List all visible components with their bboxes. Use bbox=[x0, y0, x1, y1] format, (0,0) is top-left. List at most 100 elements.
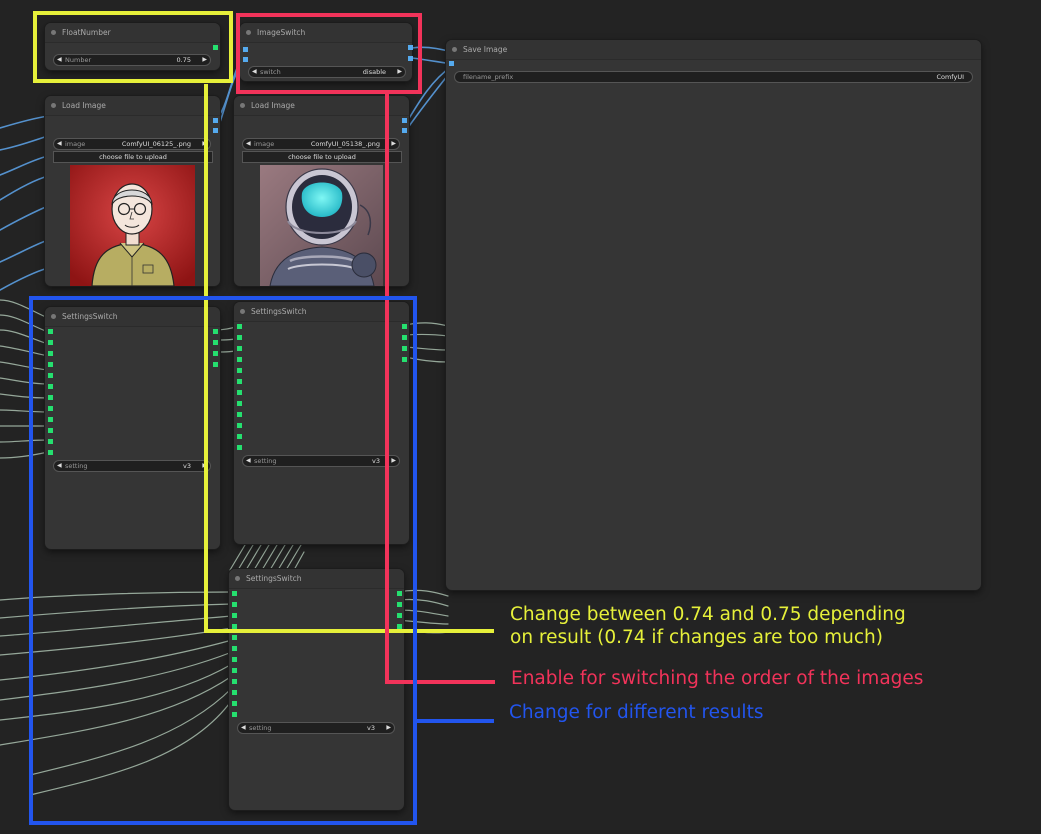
decrement-arrow-icon[interactable]: ◀ bbox=[246, 456, 251, 466]
increment-arrow-icon[interactable]: ▶ bbox=[391, 139, 396, 149]
input-port-image-a[interactable] bbox=[243, 47, 248, 52]
input-port[interactable] bbox=[232, 657, 237, 662]
output-port-mask[interactable] bbox=[213, 128, 218, 133]
output-port[interactable] bbox=[402, 324, 407, 329]
input-port[interactable] bbox=[232, 646, 237, 651]
node-collapse-dot[interactable] bbox=[240, 309, 245, 314]
input-port[interactable] bbox=[232, 712, 237, 717]
input-port[interactable] bbox=[237, 357, 242, 362]
input-port-image-b[interactable] bbox=[243, 57, 248, 62]
decrement-arrow-icon[interactable]: ◀ bbox=[241, 723, 246, 733]
output-port-image[interactable] bbox=[213, 118, 218, 123]
decrement-arrow-icon[interactable]: ◀ bbox=[252, 67, 257, 77]
node-collapse-dot[interactable] bbox=[240, 103, 245, 108]
output-port-image-a[interactable] bbox=[408, 45, 413, 50]
output-port[interactable] bbox=[213, 329, 218, 334]
input-port[interactable] bbox=[237, 346, 242, 351]
input-port[interactable] bbox=[237, 324, 242, 329]
float-number-node[interactable]: FloatNumber ◀ Number 0.75 ▶ bbox=[45, 23, 220, 70]
node-collapse-dot[interactable] bbox=[452, 47, 457, 52]
input-port[interactable] bbox=[48, 373, 53, 378]
input-port[interactable] bbox=[237, 390, 242, 395]
input-port[interactable] bbox=[232, 624, 237, 629]
node-title[interactable]: ImageSwitch bbox=[240, 23, 412, 43]
decrement-arrow-icon[interactable]: ◀ bbox=[246, 139, 251, 149]
output-port[interactable] bbox=[402, 346, 407, 351]
input-port[interactable] bbox=[232, 635, 237, 640]
number-widget[interactable]: ◀ Number 0.75 ▶ bbox=[53, 54, 211, 66]
input-port[interactable] bbox=[48, 351, 53, 356]
node-title[interactable]: SettingsSwitch bbox=[229, 569, 404, 589]
input-port[interactable] bbox=[237, 423, 242, 428]
input-port[interactable] bbox=[237, 335, 242, 340]
input-port[interactable] bbox=[237, 401, 242, 406]
upload-button[interactable]: choose file to upload bbox=[242, 151, 402, 163]
input-port[interactable] bbox=[48, 340, 53, 345]
decrement-arrow-icon[interactable]: ◀ bbox=[57, 55, 62, 65]
output-port[interactable] bbox=[402, 335, 407, 340]
output-port[interactable] bbox=[213, 340, 218, 345]
filename-prefix-widget[interactable]: filename_prefix ComfyUI bbox=[454, 71, 973, 83]
input-port[interactable] bbox=[237, 368, 242, 373]
input-port[interactable] bbox=[48, 417, 53, 422]
decrement-arrow-icon[interactable]: ◀ bbox=[57, 139, 62, 149]
load-image-node-1[interactable]: Load Image ◀ image ComfyUI_06125_.png ▶ … bbox=[45, 96, 220, 286]
node-collapse-dot[interactable] bbox=[235, 576, 240, 581]
input-port[interactable] bbox=[237, 434, 242, 439]
increment-arrow-icon[interactable]: ▶ bbox=[386, 723, 391, 733]
input-port[interactable] bbox=[48, 384, 53, 389]
output-port[interactable] bbox=[397, 624, 402, 629]
output-port[interactable] bbox=[402, 357, 407, 362]
settings-switch-node-1[interactable]: SettingsSwitch ◀ setting v3 ▶ bbox=[45, 307, 220, 549]
input-port[interactable] bbox=[232, 668, 237, 673]
increment-arrow-icon[interactable]: ▶ bbox=[397, 67, 402, 77]
increment-arrow-icon[interactable]: ▶ bbox=[202, 461, 207, 471]
output-port-mask[interactable] bbox=[402, 128, 407, 133]
node-collapse-dot[interactable] bbox=[51, 103, 56, 108]
output-port[interactable] bbox=[397, 613, 402, 618]
input-port[interactable] bbox=[232, 613, 237, 618]
node-title[interactable]: FloatNumber bbox=[45, 23, 220, 43]
input-port[interactable] bbox=[48, 362, 53, 367]
output-port-image-b[interactable] bbox=[408, 56, 413, 61]
input-port[interactable] bbox=[48, 329, 53, 334]
image-select-widget[interactable]: ◀ image ComfyUI_06125_.png ▶ bbox=[53, 138, 211, 150]
output-port[interactable] bbox=[213, 362, 218, 367]
load-image-node-2[interactable]: Load Image ◀ image ComfyUI_05138_.png ▶ … bbox=[234, 96, 409, 286]
image-select-widget[interactable]: ◀ image ComfyUI_05138_.png ▶ bbox=[242, 138, 400, 150]
node-title[interactable]: Load Image bbox=[234, 96, 409, 116]
setting-widget[interactable]: ◀ setting v3 ▶ bbox=[242, 455, 400, 467]
input-port[interactable] bbox=[232, 602, 237, 607]
input-port[interactable] bbox=[48, 406, 53, 411]
node-title[interactable]: Load Image bbox=[45, 96, 220, 116]
input-port[interactable] bbox=[237, 412, 242, 417]
output-port[interactable] bbox=[213, 45, 218, 50]
setting-widget[interactable]: ◀ setting v3 ▶ bbox=[237, 722, 395, 734]
node-collapse-dot[interactable] bbox=[246, 30, 251, 35]
input-port[interactable] bbox=[232, 690, 237, 695]
increment-arrow-icon[interactable]: ▶ bbox=[391, 456, 396, 466]
decrement-arrow-icon[interactable]: ◀ bbox=[57, 461, 62, 471]
input-port[interactable] bbox=[237, 445, 242, 450]
output-port-image[interactable] bbox=[402, 118, 407, 123]
input-port[interactable] bbox=[48, 450, 53, 455]
settings-switch-node-3[interactable]: SettingsSwitch ◀ setting v3 ▶ bbox=[229, 569, 404, 810]
switch-widget[interactable]: ◀ switch disable ▶ bbox=[248, 66, 406, 78]
node-collapse-dot[interactable] bbox=[51, 314, 56, 319]
input-port-images[interactable] bbox=[449, 61, 454, 66]
image-switch-node[interactable]: ImageSwitch ◀ switch disable ▶ bbox=[240, 23, 413, 81]
node-title[interactable]: Save Image bbox=[446, 40, 981, 60]
output-port[interactable] bbox=[397, 602, 402, 607]
output-port[interactable] bbox=[213, 351, 218, 356]
setting-widget[interactable]: ◀ setting v3 ▶ bbox=[53, 460, 211, 472]
upload-button[interactable]: choose file to upload bbox=[53, 151, 213, 163]
output-port[interactable] bbox=[397, 591, 402, 596]
node-collapse-dot[interactable] bbox=[51, 30, 56, 35]
input-port[interactable] bbox=[232, 701, 237, 706]
input-port[interactable] bbox=[48, 428, 53, 433]
increment-arrow-icon[interactable]: ▶ bbox=[202, 55, 207, 65]
node-title[interactable]: SettingsSwitch bbox=[234, 302, 409, 322]
increment-arrow-icon[interactable]: ▶ bbox=[202, 139, 207, 149]
input-port[interactable] bbox=[237, 379, 242, 384]
input-port[interactable] bbox=[48, 439, 53, 444]
